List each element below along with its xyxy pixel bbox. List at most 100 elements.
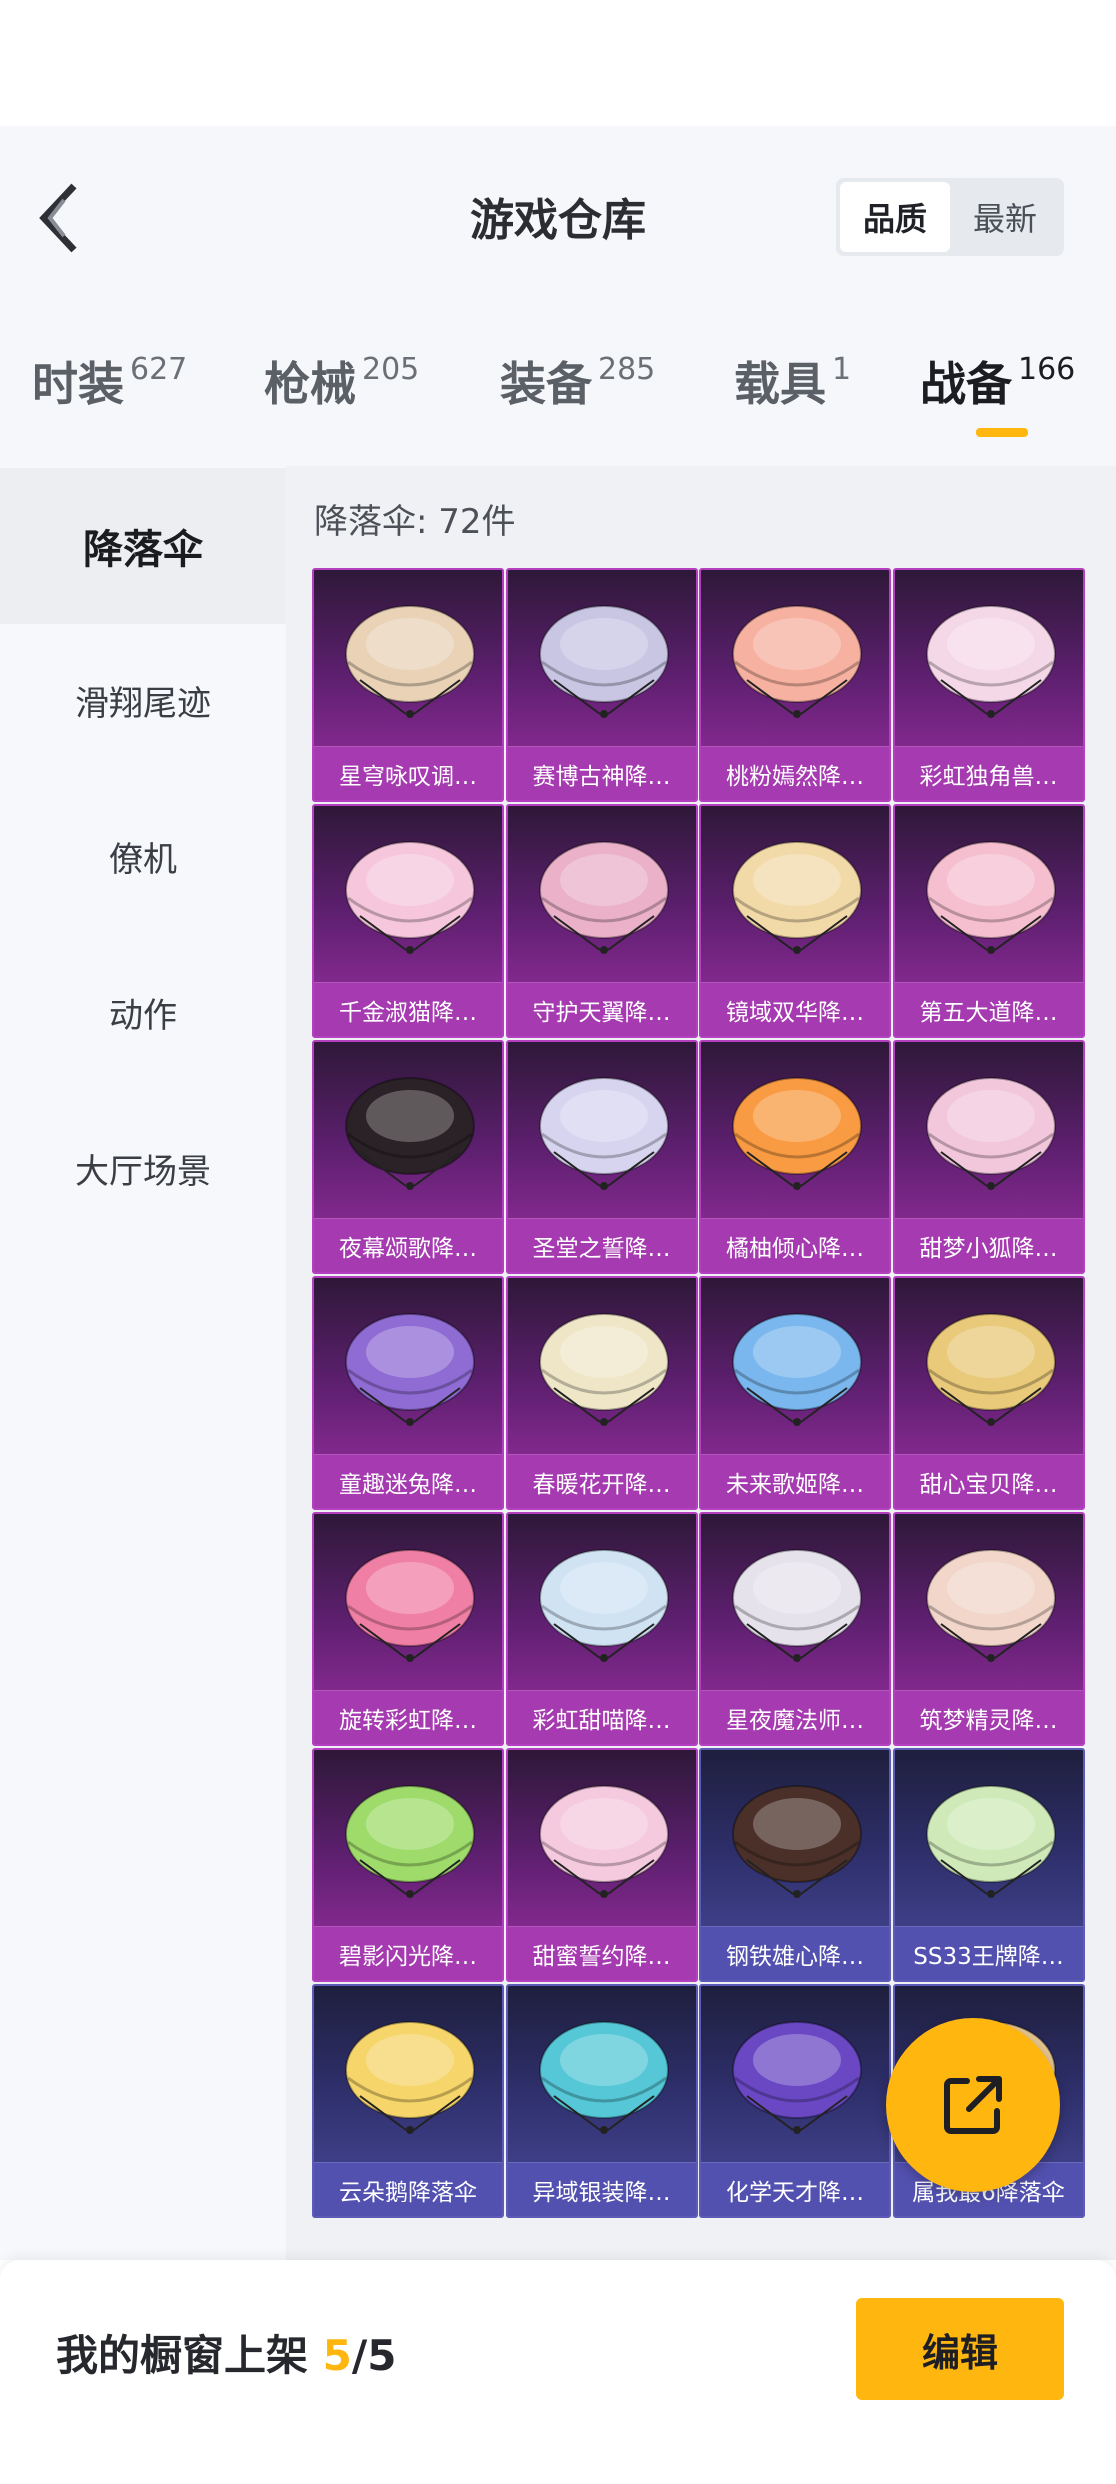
parachute-item[interactable]: 旋转彩虹降… <box>312 1512 504 1746</box>
tab-count: 166 <box>1018 352 1076 387</box>
status-bar <box>0 0 1116 126</box>
parachute-icon <box>732 841 862 954</box>
parachute-icon <box>732 605 862 718</box>
sidebar-item-emote[interactable]: 动作 <box>0 934 286 1090</box>
item-name: 星夜魔法师… <box>701 1690 889 1744</box>
tab-combat-gear[interactable]: 战备 166 <box>920 348 1075 414</box>
parachute-item[interactable]: 星夜魔法师… <box>699 1512 891 1746</box>
sidebar-item-parachute[interactable]: 降落伞 <box>0 468 286 624</box>
item-name: 甜心宝贝降… <box>894 1454 1083 1508</box>
parachute-icon <box>732 2021 862 2134</box>
parachute-icon <box>345 1549 475 1662</box>
parachute-item[interactable]: 云朵鹅降落伞 <box>312 1984 504 2218</box>
parachute-icon <box>925 841 1056 954</box>
parachute-item[interactable]: 异域银装降… <box>505 1984 698 2218</box>
item-name: 童趣迷兔降… <box>314 1454 502 1508</box>
parachute-item[interactable]: 赛博古神降… <box>505 568 698 802</box>
parachute-icon <box>345 1785 475 1898</box>
share-external-icon <box>944 2076 1002 2134</box>
item-name: 橘柚倾心降… <box>701 1218 889 1272</box>
tab-count: 1 <box>832 352 852 387</box>
item-name: 春暖花开降… <box>507 1454 696 1508</box>
active-tab-indicator <box>976 428 1028 437</box>
item-name: 守护天翼降… <box>507 982 696 1036</box>
parachute-icon <box>925 1785 1056 1898</box>
item-name: 彩虹独角兽… <box>894 746 1083 800</box>
parachute-item[interactable]: 化学天才降… <box>699 1984 891 2218</box>
parachute-icon <box>345 605 475 718</box>
parachute-icon <box>538 1077 669 1190</box>
parachute-icon <box>345 1077 475 1190</box>
parachute-item[interactable]: 星穹咏叹调… <box>312 568 504 802</box>
item-name: 未来歌姬降… <box>701 1454 889 1508</box>
parachute-item[interactable]: 甜心宝贝降… <box>892 1276 1085 1510</box>
parachute-item[interactable]: 夜幕颂歌降… <box>312 1040 504 1274</box>
item-name: 筑梦精灵降… <box>894 1690 1083 1744</box>
parachute-icon <box>925 605 1056 718</box>
parachute-item[interactable]: 童趣迷兔降… <box>312 1276 504 1510</box>
item-name: 异域银装降… <box>507 2162 696 2216</box>
parachute-icon <box>538 1549 669 1662</box>
parachute-item[interactable]: 彩虹甜喵降… <box>505 1512 698 1746</box>
tab-label: 战备 <box>920 357 1012 411</box>
parachute-item[interactable]: 千金淑猫降… <box>312 804 504 1038</box>
parachute-icon <box>538 2021 669 2134</box>
item-name: 化学天才降… <box>701 2162 889 2216</box>
sort-quality-button[interactable]: 品质 <box>840 182 950 252</box>
parachute-item[interactable]: 钢铁雄心降… <box>699 1748 891 1982</box>
parachute-item[interactable]: SS33王牌降… <box>892 1748 1085 1982</box>
item-name: 圣堂之誓降… <box>507 1218 696 1272</box>
tab-label: 时装 <box>32 357 124 411</box>
showcase-label: 我的橱窗上架 <box>56 2331 309 2380</box>
tab-guns[interactable]: 枪械 205 <box>264 348 419 414</box>
item-count: 降落伞: 72件 <box>314 502 516 542</box>
tab-vehicles[interactable]: 载具 1 <box>734 348 851 414</box>
parachute-item[interactable]: 甜蜜誓约降… <box>505 1748 698 1982</box>
parachute-item[interactable]: 镜域双华降… <box>699 804 891 1038</box>
share-button[interactable] <box>886 2018 1060 2192</box>
tab-count: 205 <box>362 352 420 387</box>
sidebar-item-lobby-scene[interactable]: 大厅场景 <box>0 1090 286 1246</box>
sort-toggle: 品质 最新 <box>836 178 1064 256</box>
parachute-item[interactable]: 碧影闪光降… <box>312 1748 504 1982</box>
tab-count: 627 <box>130 352 188 387</box>
parachute-item[interactable]: 未来歌姬降… <box>699 1276 891 1510</box>
item-name: 千金淑猫降… <box>314 982 502 1036</box>
parachute-item[interactable]: 桃粉嫣然降… <box>699 568 891 802</box>
sidebar-item-wingman[interactable]: 僚机 <box>0 778 286 934</box>
parachute-icon <box>925 1549 1056 1662</box>
tab-label: 载具 <box>734 357 826 411</box>
parachute-item[interactable]: 筑梦精灵降… <box>892 1512 1085 1746</box>
edit-button[interactable]: 编辑 <box>856 2298 1064 2400</box>
parachute-item[interactable]: 守护天翼降… <box>505 804 698 1038</box>
tab-fashion[interactable]: 时装 627 <box>32 348 187 414</box>
parachute-icon <box>925 1313 1056 1426</box>
tab-equipment[interactable]: 装备 285 <box>500 348 655 414</box>
item-name: 桃粉嫣然降… <box>701 746 889 800</box>
item-name: 镜域双华降… <box>701 982 889 1036</box>
parachute-icon <box>538 605 669 718</box>
sidebar-item-glide-trail[interactable]: 滑翔尾迹 <box>0 622 286 778</box>
parachute-item[interactable]: 彩虹独角兽… <box>892 568 1085 802</box>
sort-latest-button[interactable]: 最新 <box>950 182 1060 252</box>
showcase-status: 我的橱窗上架 5/5 <box>56 2322 396 2383</box>
item-name: 旋转彩虹降… <box>314 1690 502 1744</box>
parachute-icon <box>732 1785 862 1898</box>
item-name: 第五大道降… <box>894 982 1083 1036</box>
subcategory-sidebar: 降落伞 滑翔尾迹 僚机 动作 大厅场景 <box>0 466 286 2260</box>
parachute-item[interactable]: 甜梦小狐降… <box>892 1040 1085 1274</box>
item-name: 碧影闪光降… <box>314 1926 502 1980</box>
item-name: 彩虹甜喵降… <box>507 1690 696 1744</box>
parachute-icon <box>732 1313 862 1426</box>
parachute-item[interactable]: 春暖花开降… <box>505 1276 698 1510</box>
tab-label: 装备 <box>500 357 592 411</box>
item-name: 钢铁雄心降… <box>701 1926 889 1980</box>
parachute-icon <box>345 841 475 954</box>
parachute-item[interactable]: 橘柚倾心降… <box>699 1040 891 1274</box>
parachute-item[interactable]: 第五大道降… <box>892 804 1085 1038</box>
parachute-icon <box>538 1785 669 1898</box>
item-name: SS33王牌降… <box>894 1926 1083 1980</box>
parachute-item[interactable]: 圣堂之誓降… <box>505 1040 698 1274</box>
item-name: 夜幕颂歌降… <box>314 1218 502 1272</box>
showcase-total: /5 <box>351 2331 397 2380</box>
